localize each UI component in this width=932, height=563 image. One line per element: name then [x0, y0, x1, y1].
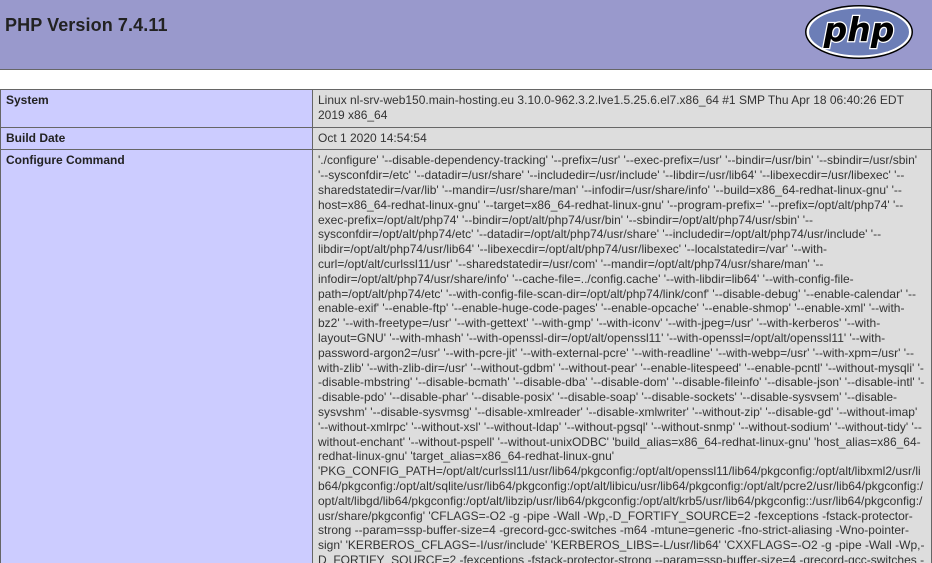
php-logo-text: php: [823, 10, 895, 49]
page-title: PHP Version 7.4.11: [5, 15, 168, 35]
table-row: Configure Command './configure' '--disab…: [0, 149, 932, 563]
version-header: PHP Version 7.4.11 php php: [0, 0, 932, 70]
row-value-configure-command: './configure' '--disable-dependency-trac…: [312, 149, 932, 563]
phpinfo-page: PHP Version 7.4.11 php php System Linux …: [0, 0, 932, 563]
row-value-build-date: Oct 1 2020 14:54:54: [312, 126, 932, 151]
row-label-configure-command: Configure Command: [0, 149, 313, 563]
table-row: System Linux nl-srv-web150.main-hosting.…: [0, 89, 932, 128]
row-label-system: System: [0, 89, 313, 128]
row-label-build-date: Build Date: [0, 126, 313, 151]
table-row: Build Date Oct 1 2020 14:54:54: [0, 126, 932, 151]
php-logo[interactable]: php php: [804, 4, 914, 60]
row-value-system: Linux nl-srv-web150.main-hosting.eu 3.10…: [312, 89, 932, 128]
info-table: System Linux nl-srv-web150.main-hosting.…: [0, 89, 932, 563]
